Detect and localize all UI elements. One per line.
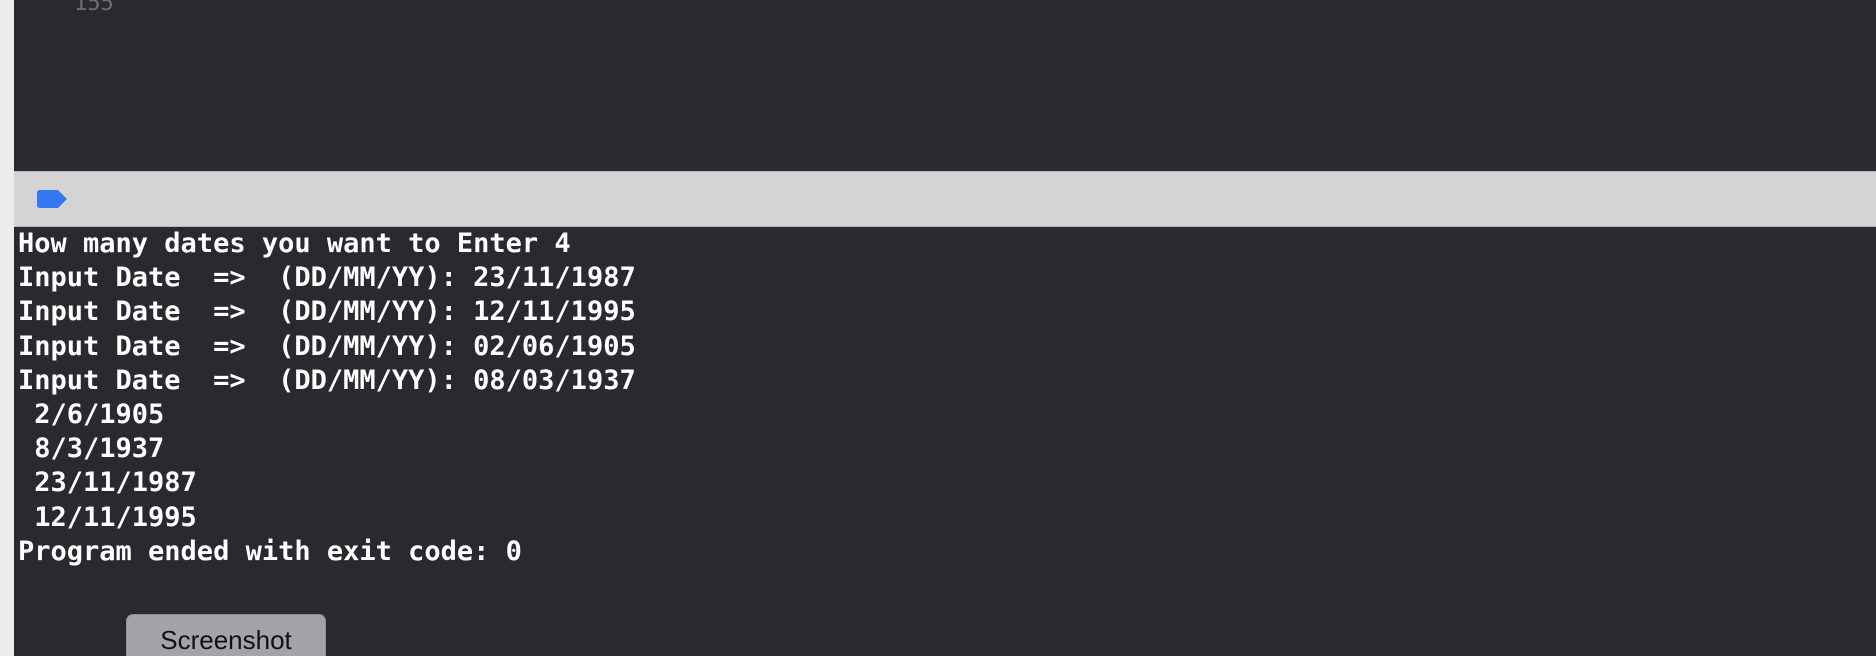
console-text: How many dates you want to Enter 4 Input … [18,227,636,569]
console-line: How many dates you want to Enter 4 [18,228,571,259]
console-line: 8/3/1937 [18,433,165,465]
breakpoint-icon[interactable] [37,190,67,208]
console-line: Input Date => (DD/MM/YY): 12/11/1995 [18,296,636,328]
console-line: 12/11/1995 [18,501,197,533]
console-line: 2/6/1905 [18,398,165,430]
screenshot-button[interactable]: Screenshot [126,614,326,656]
debug-bar [14,171,1876,227]
code-editor[interactable]: 155 [14,0,1876,171]
console-line: Input Date => (DD/MM/YY): 23/11/1987 [18,262,636,294]
console-line: Input Date => (DD/MM/YY): 02/06/1905 [18,330,636,362]
console-line: 23/11/1987 [18,467,197,499]
console-line: Input Date => (DD/MM/YY): 08/03/1937 [18,364,636,396]
line-number: 155 [74,0,114,16]
console-output-area[interactable]: How many dates you want to Enter 4 Input … [14,227,1876,656]
left-gutter-bar [0,0,14,656]
console-line: Program ended with exit code: 0 [18,535,522,567]
